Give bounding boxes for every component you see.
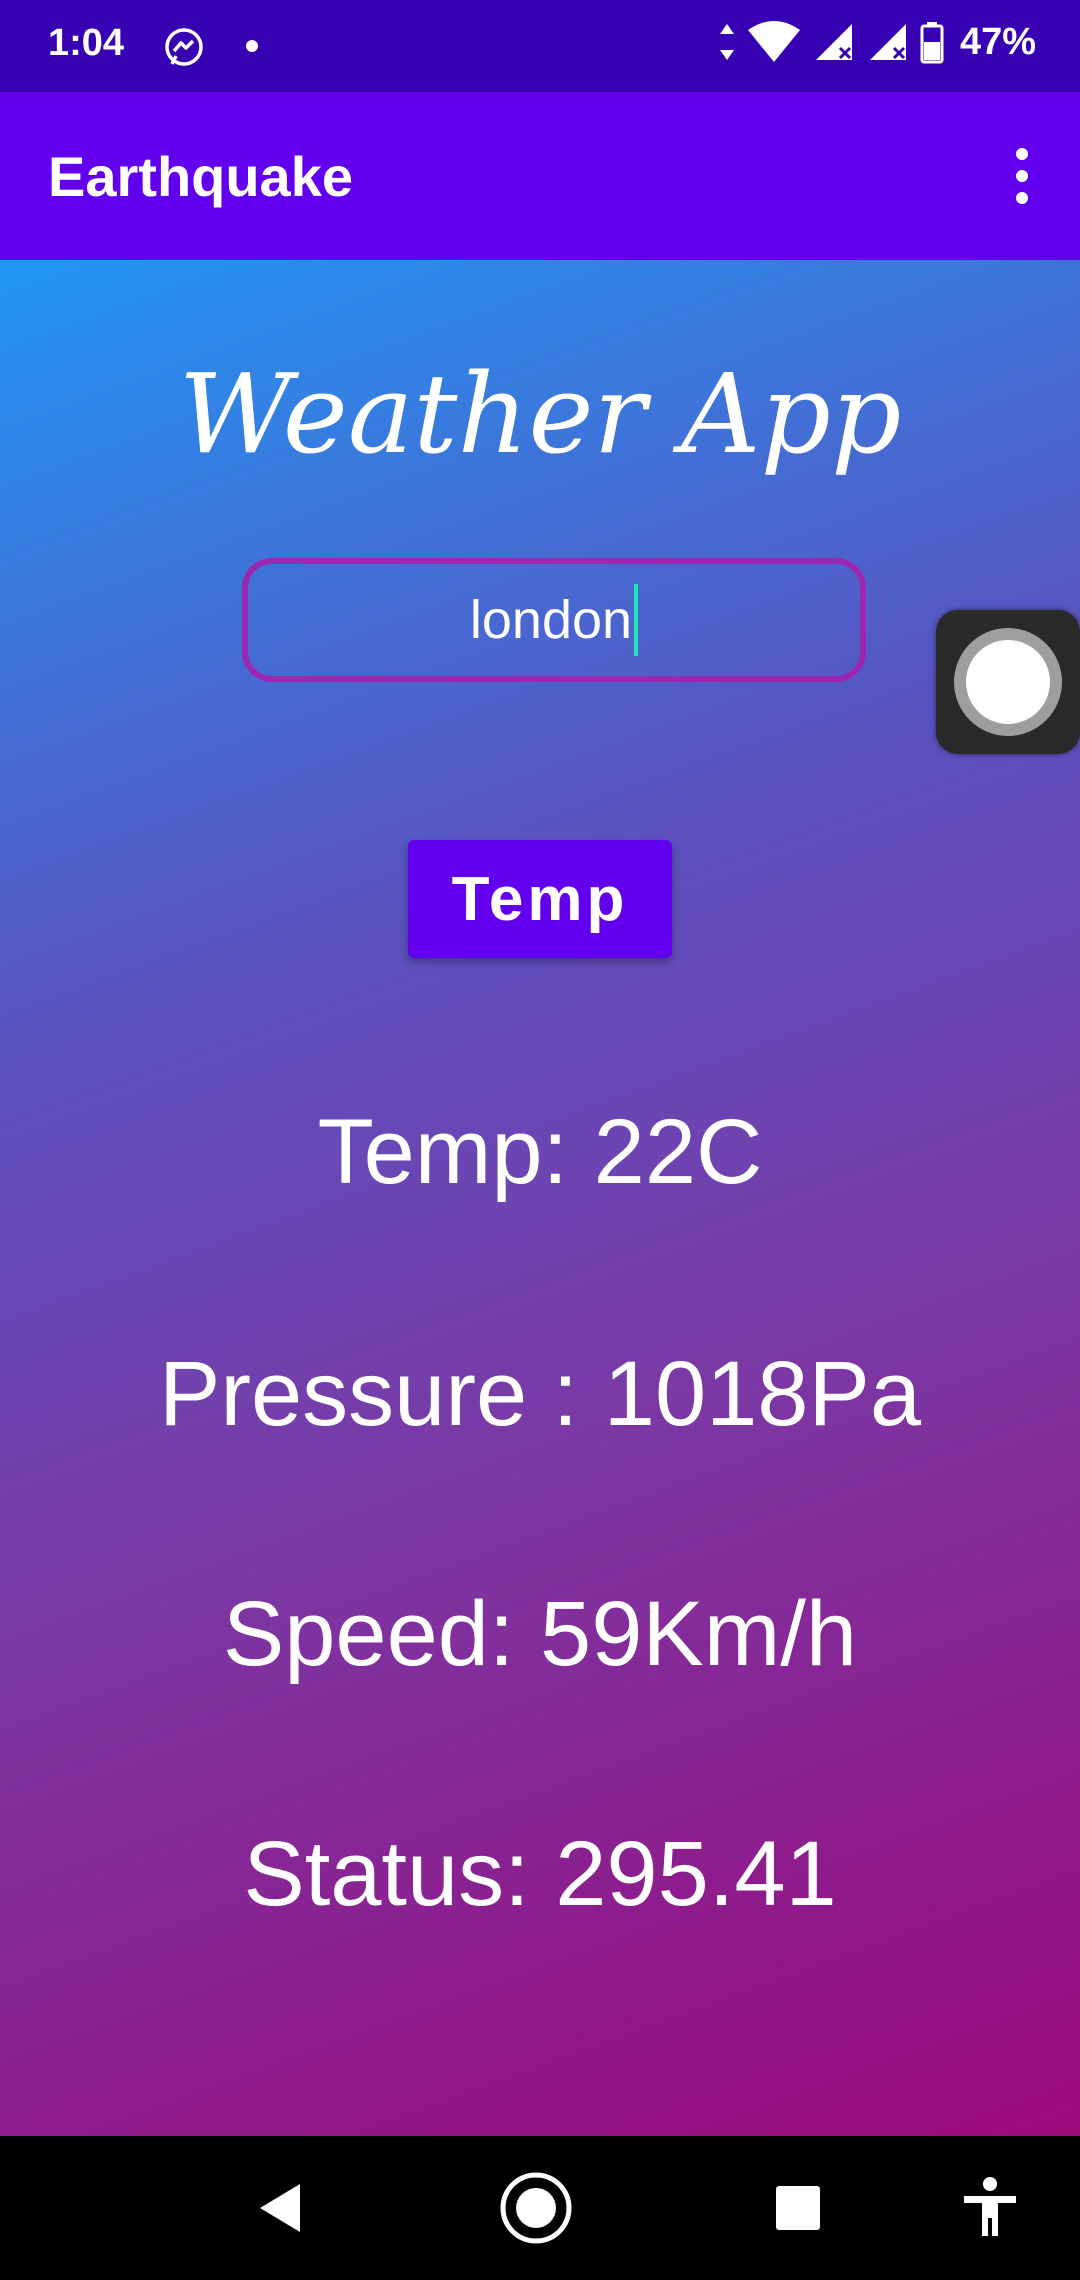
battery-percent: 47% [959, 20, 1036, 63]
status-time: 1:04 [48, 22, 125, 64]
battery-icon [920, 22, 944, 64]
status-readout: Status: 295.41 [243, 1823, 837, 1925]
signal-icon [815, 24, 852, 60]
notification-dot [246, 40, 258, 52]
speed-readout: Speed: 59Km/h [222, 1583, 858, 1685]
temp-button[interactable]: Temp [408, 840, 672, 958]
pressure-readout: Pressure : 1018Pa [158, 1343, 921, 1445]
app-title: Earthquake [48, 145, 353, 208]
city-input-value: london [469, 590, 633, 650]
svg-text:4: 4 [782, 45, 791, 62]
home-icon[interactable] [498, 2170, 574, 2246]
text-caret [634, 584, 639, 656]
data-arrows-icon [719, 24, 734, 60]
accessibility-icon[interactable] [952, 2170, 1028, 2246]
more-vertical-icon[interactable] [1002, 142, 1042, 212]
city-input[interactable]: london [242, 558, 866, 682]
status-bar: 1:04 4 47% [0, 0, 1080, 92]
signal-icon-2 [869, 24, 906, 60]
navigation-bar [0, 2136, 1080, 2280]
status-right-icons: 4 47% [718, 20, 1036, 64]
temp-readout: Temp: 22C [317, 1101, 763, 1203]
assistive-touch-icon[interactable] [936, 610, 1080, 754]
wifi-icon: 4 [747, 21, 800, 62]
recents-icon[interactable] [760, 2170, 836, 2246]
page-heading: Weather App [178, 350, 902, 478]
back-icon[interactable] [244, 2170, 320, 2246]
main-content: Weather App london Temp Temp: 22C Pressu… [0, 260, 1080, 2136]
app-bar: Earthquake [0, 92, 1080, 260]
messenger-icon [165, 28, 203, 66]
